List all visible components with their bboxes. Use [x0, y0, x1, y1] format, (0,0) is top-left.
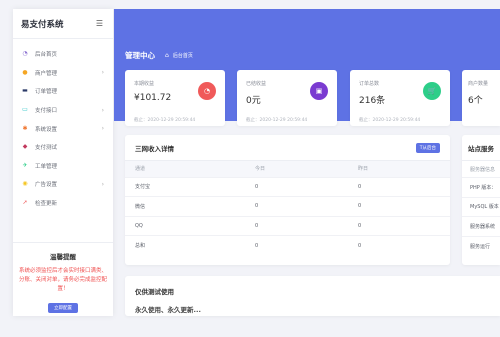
stat-value: ¥101.72 [134, 93, 172, 103]
site-panel-header: 站点服务 [462, 135, 500, 161]
sidebar-item-test[interactable]: ◆ 支付测试 [13, 138, 113, 157]
table-cell: 总和 [125, 235, 245, 256]
sidebar-item-ad[interactable]: ◉ 广告设置 › [13, 175, 113, 194]
table-cell: 微信 [125, 196, 245, 217]
sidebar-item-label: 工单管理 [35, 163, 58, 170]
site-panel: 站点服务 服务器信息 PHP 版本： MySQL 版本 服务器系统 服务运行 [462, 135, 500, 265]
stat-label: 已结收益 [246, 81, 267, 87]
notice-title: 温馨提醒 [50, 253, 76, 261]
table-row: QQ 0 0 [125, 215, 450, 236]
table-cell: 0 [245, 176, 348, 197]
sidebar-item-user[interactable]: ● 商户管理 › [13, 64, 113, 83]
sidebar-item-label: 检查更新 [35, 201, 58, 208]
list-item: 服务器系统 [462, 216, 500, 236]
income-panel: 三网收入详情 T从后台 通道 今日 昨日 支付宝 0 0 微信 0 0 QQ 0 0 总和 0 0 [125, 135, 450, 265]
table-row: 总和 0 0 [125, 235, 450, 256]
order-icon: ▬ [22, 87, 28, 95]
table-cell: 0 [245, 196, 348, 217]
stat-label: 商户数量 [468, 81, 489, 87]
test-text: 永久使用、永久更新... [135, 306, 201, 314]
table-cell: 0 [348, 196, 450, 217]
payment-card-icon: ▭ [22, 106, 28, 114]
sidebar-item-update[interactable]: ➚ 检查更新 [13, 194, 113, 213]
stat-card-merchants: 商户数量 6个 [462, 70, 500, 126]
stat-time: 截止：2020-12-29 20:59:44 [246, 118, 308, 123]
chevron-right-icon: › [101, 125, 104, 133]
stat-value: 6个 [468, 96, 483, 106]
sidebar-item-label: 订单管理 [35, 89, 58, 96]
sidebar: 易支付系统 ☰ ◔ 后台首页 ● 商户管理 › ▬ 订单管理 ▭ 支付接口 › ✱ 系统设置 › ◆ 支付测… [13, 9, 113, 316]
sidebar-item-label: 支付接口 [35, 108, 58, 115]
test-title: 仅供测试使用 [135, 288, 174, 296]
sidebar-menu: ◔ 后台首页 ● 商户管理 › ▬ 订单管理 ▭ 支付接口 › ✱ 系统设置 › ◆ 支付测试 ✈ 工单管理 ◉ 广… [13, 39, 113, 212]
table-row: 微信 0 0 [125, 196, 450, 217]
page-title: 管理中心 [125, 51, 155, 60]
stat-value: 216条 [359, 96, 386, 106]
income-table: 通道 今日 昨日 支付宝 0 0 微信 0 0 QQ 0 0 总和 0 0 [125, 161, 450, 256]
stat-value: 0元 [246, 96, 261, 106]
sidebar-item-label: 后台首页 [35, 52, 58, 59]
cart-icon: 🛒 [423, 82, 441, 100]
test-icon: ◆ [22, 143, 28, 151]
income-title: 三网收入详情 [135, 144, 174, 153]
test-panel: 仅供测试使用 永久使用、永久更新... [125, 276, 500, 316]
income-panel-header: 三网收入详情 T从后台 [125, 135, 450, 161]
income-tag[interactable]: T从后台 [415, 142, 440, 153]
site-title: 站点服务 [468, 144, 494, 153]
ad-icon: ◉ [22, 180, 28, 188]
list-item: 服务运行 [462, 235, 500, 256]
table-header-row: 通道 今日 昨日 [125, 161, 450, 177]
dashboard-icon: ◔ [22, 50, 28, 58]
ticket-icon: ✈ [22, 161, 28, 169]
stat-card-settled: 已结收益 0元 截止：2020-12-29 20:59:44 ▣ [237, 70, 337, 126]
column-header: 昨日 [348, 161, 450, 177]
column-header: 今日 [245, 161, 348, 177]
column-header: 通道 [125, 161, 245, 177]
table-row: 支付宝 0 0 [125, 176, 450, 197]
stat-label: 订单总数 [359, 81, 380, 87]
table-cell: 支付宝 [125, 176, 245, 197]
table-cell: 0 [245, 235, 348, 256]
user-icon: ● [22, 68, 28, 76]
table-cell: 0 [245, 215, 348, 236]
sidebar-item-label: 系统设置 [35, 126, 58, 133]
stat-time: 截止：2020-12-29 20:59:44 [359, 118, 421, 123]
menu-collapse-icon[interactable]: ☰ [96, 19, 103, 28]
breadcrumb-current[interactable]: 后台首页 [173, 52, 193, 59]
list-item: PHP 版本： [462, 177, 500, 197]
chevron-right-icon: › [101, 180, 104, 188]
update-icon: ➚ [22, 199, 28, 207]
sidebar-item-payment-card[interactable]: ▭ 支付接口 › [13, 101, 113, 120]
table-cell: 0 [348, 235, 450, 256]
stat-card-income: 本期收益 ¥101.72 截止：2020-12-29 20:59:44 ◔ [125, 70, 225, 126]
stat-time: 截止：2020-12-29 20:59:44 [134, 118, 196, 123]
table-cell: QQ [125, 215, 245, 236]
list-item: 服务器信息 [470, 166, 496, 173]
sidebar-item-order[interactable]: ▬ 订单管理 [13, 82, 113, 101]
sidebar-item-label: 商户管理 [35, 70, 58, 77]
sidebar-item-gear[interactable]: ✱ 系统设置 › [13, 119, 113, 138]
notice-box: 温馨提醒 系统必须监控后才会实时接口满类、分账、关闭对单，请务必完成监控配置！ … [13, 242, 113, 313]
sidebar-item-label: 广告设置 [35, 182, 58, 189]
list-item: MySQL 版本 [462, 196, 500, 217]
breadcrumb: 管理中心 ⌂ 后台首页 [125, 50, 193, 61]
home-icon[interactable]: ⌂ [165, 52, 169, 59]
sidebar-item-dashboard[interactable]: ◔ 后台首页 [13, 45, 113, 64]
wallet-icon: ▣ [310, 82, 328, 100]
sidebar-item-label: 支付测试 [35, 145, 58, 152]
pie-chart-icon: ◔ [198, 82, 216, 100]
notice-text: 系统必须监控后才会实时接口满类、分账、关闭对单，请务必完成监控配置！ [19, 268, 108, 292]
brand-header: 易支付系统 ☰ [13, 9, 113, 39]
chevron-right-icon: › [101, 69, 104, 77]
stat-card-orders: 订单总数 216条 截止：2020-12-29 20:59:44 🛒 [350, 70, 450, 126]
site-list: 服务器信息 PHP 版本： MySQL 版本 服务器系统 服务运行 [462, 161, 500, 255]
gear-icon: ✱ [22, 124, 28, 132]
app-title: 易支付系统 [21, 19, 64, 30]
table-cell: 0 [348, 176, 450, 197]
table-cell: 0 [348, 215, 450, 236]
chevron-right-icon: › [101, 106, 104, 114]
sidebar-item-ticket[interactable]: ✈ 工单管理 [13, 157, 113, 176]
stat-label: 本期收益 [134, 81, 155, 87]
configure-button[interactable]: 立即配置 [48, 303, 78, 313]
